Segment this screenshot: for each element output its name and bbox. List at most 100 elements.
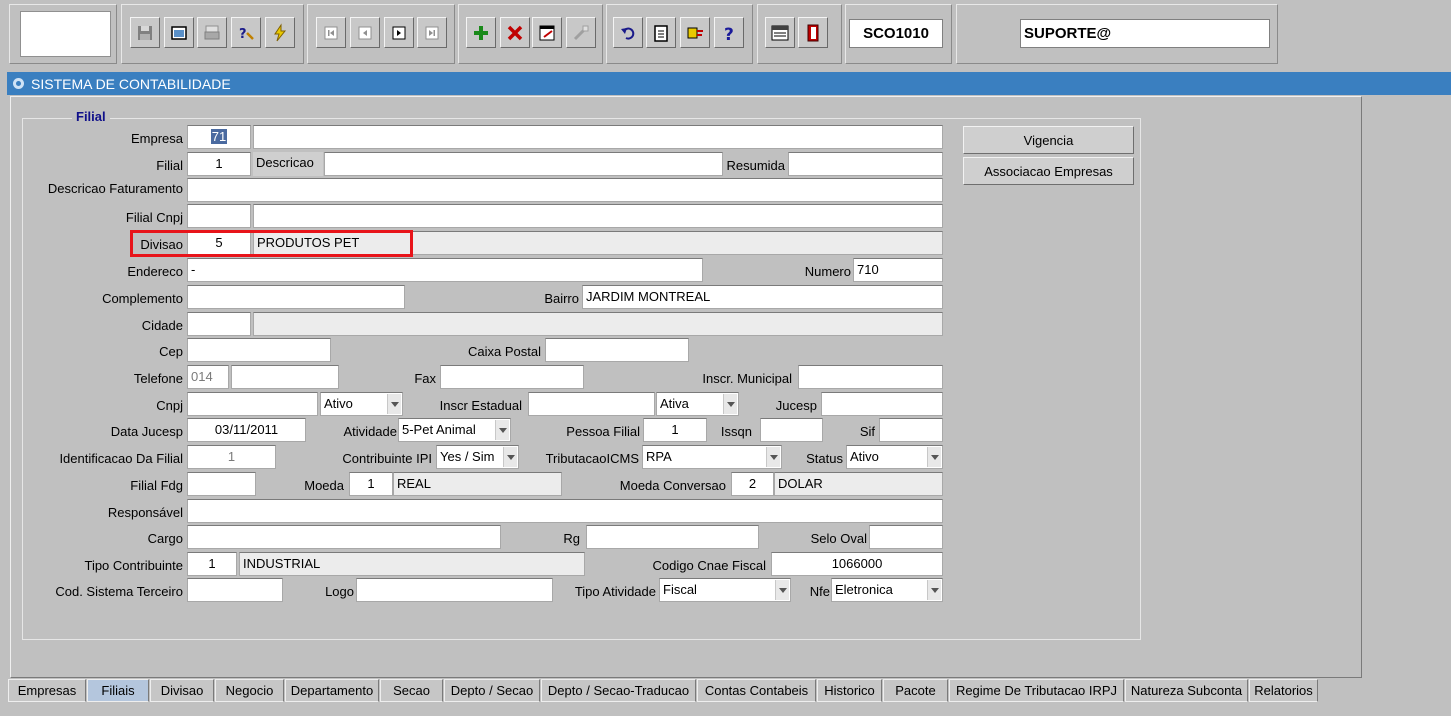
- rg-label: Rg: [563, 531, 580, 546]
- jucesp-label: Jucesp: [775, 398, 817, 413]
- empresa-code-value: 71: [210, 129, 228, 144]
- identificacao-filial-field[interactable]: 1: [187, 445, 276, 469]
- tributacao-icms-select[interactable]: RPA: [642, 445, 782, 469]
- cargo-field[interactable]: [187, 525, 501, 549]
- empresa-code-field[interactable]: 71: [187, 125, 251, 149]
- tab-depto-secao[interactable]: Depto / Secao: [444, 679, 540, 702]
- tab-empresas[interactable]: Empresas: [8, 679, 86, 702]
- endereco-field[interactable]: -: [187, 258, 703, 282]
- endereco-label: Endereco: [127, 264, 183, 279]
- tab-departamento[interactable]: Departamento: [285, 679, 379, 702]
- data-jucesp-field[interactable]: 03/11/2011: [187, 418, 306, 442]
- tipo-atividade-select[interactable]: Fiscal: [659, 578, 791, 602]
- disabled-tool-button[interactable]: [566, 17, 596, 48]
- tab-natureza-subconta[interactable]: Natureza Subconta: [1125, 679, 1248, 702]
- pessoa-filial-field[interactable]: 1: [643, 418, 707, 442]
- flash-button[interactable]: [265, 17, 295, 48]
- print-button[interactable]: [197, 17, 227, 48]
- chevron-down-icon[interactable]: [775, 580, 789, 600]
- tab-relatorios[interactable]: Relatorios: [1249, 679, 1318, 702]
- jucesp-field[interactable]: [821, 392, 943, 416]
- atividade-select[interactable]: 5-Pet Animal: [398, 418, 511, 442]
- nfe-select[interactable]: Eletronica: [831, 578, 943, 602]
- moeda-code-field[interactable]: 1: [349, 472, 393, 496]
- inscr-estadual-status-select[interactable]: Ativa: [656, 392, 739, 416]
- tab-negocio[interactable]: Negocio: [215, 679, 284, 702]
- filial-cnpj-field-b[interactable]: [253, 204, 943, 228]
- edit-record-button[interactable]: [532, 17, 562, 48]
- status-select[interactable]: Ativo: [846, 445, 943, 469]
- chevron-down-icon[interactable]: [495, 420, 509, 440]
- tab-contas-contabeis[interactable]: Contas Contabeis: [697, 679, 816, 702]
- cnpj-field[interactable]: [187, 392, 318, 416]
- chevron-down-icon[interactable]: [927, 580, 941, 600]
- tab-secao[interactable]: Secao: [380, 679, 443, 702]
- chevron-down-icon[interactable]: [766, 447, 780, 467]
- chevron-down-icon[interactable]: [503, 447, 517, 467]
- pointer-hand-button[interactable]: [680, 17, 710, 48]
- chevron-down-icon[interactable]: [387, 394, 401, 414]
- current-user: SUPORTE@: [1020, 19, 1270, 48]
- tipo-contribuinte-code-field[interactable]: 1: [187, 552, 237, 576]
- cnpj-status-select[interactable]: Ativo: [320, 392, 403, 416]
- exit-button[interactable]: [798, 17, 828, 48]
- tab-filiais[interactable]: Filiais: [87, 679, 149, 702]
- resumida-field[interactable]: [788, 152, 943, 176]
- rg-field[interactable]: [586, 525, 759, 549]
- issqn-field[interactable]: [760, 418, 823, 442]
- filial-fdg-field[interactable]: [187, 472, 256, 496]
- moeda-conversao-code-field[interactable]: 2: [731, 472, 774, 496]
- previous-record-button[interactable]: [350, 17, 380, 48]
- contribuinte-ipi-select[interactable]: Yes / Sim: [436, 445, 519, 469]
- tab-divisao[interactable]: Divisao: [150, 679, 214, 702]
- delete-record-button[interactable]: [500, 17, 530, 48]
- tributacao-icms-label: TributacaoICMS: [545, 451, 639, 466]
- codigo-cnae-fiscal-field[interactable]: 1066000: [771, 552, 943, 576]
- disabled-tool-icon: [573, 25, 589, 40]
- tab-pacote[interactable]: Pacote: [883, 679, 948, 702]
- query-help-button[interactable]: ?: [231, 17, 261, 48]
- selo-oval-field[interactable]: [869, 525, 943, 549]
- fax-field[interactable]: [440, 365, 584, 389]
- tab-depto-secao-traducao[interactable]: Depto / Secao-Traducao: [541, 679, 696, 702]
- insert-record-button[interactable]: [466, 17, 496, 48]
- tab-historico[interactable]: Historico: [817, 679, 882, 702]
- tab-regime-tributacao-irpj[interactable]: Regime De Tributacao IRPJ: [949, 679, 1124, 702]
- telefone-field[interactable]: [231, 365, 339, 389]
- window-button[interactable]: [164, 17, 194, 48]
- descricao-field[interactable]: [324, 152, 723, 176]
- cidade-code-field[interactable]: [187, 312, 251, 336]
- menu-button[interactable]: [765, 17, 795, 48]
- sif-field[interactable]: [879, 418, 943, 442]
- undo-button[interactable]: [613, 17, 643, 48]
- logo-field[interactable]: [356, 578, 553, 602]
- contribuinte-ipi-label: Contribuinte IPI: [342, 451, 432, 466]
- caixa-postal-field[interactable]: [545, 338, 689, 362]
- help-button[interactable]: ?: [714, 17, 744, 48]
- empresa-name-field[interactable]: [253, 125, 943, 149]
- inscr-municipal-field[interactable]: [798, 365, 943, 389]
- descricao-faturamento-field[interactable]: [187, 178, 943, 202]
- first-record-button[interactable]: [316, 17, 346, 48]
- save-button[interactable]: [130, 17, 160, 48]
- cep-field[interactable]: [187, 338, 331, 362]
- associacao-empresas-button[interactable]: Associacao Empresas: [963, 157, 1134, 185]
- complemento-field[interactable]: [187, 285, 405, 309]
- company-logo: [20, 11, 111, 57]
- inscr-estadual-field[interactable]: [528, 392, 655, 416]
- clipboard-icon: [654, 24, 668, 42]
- responsavel-field[interactable]: [187, 499, 943, 523]
- chevron-down-icon[interactable]: [927, 447, 941, 467]
- vigencia-button[interactable]: Vigencia: [963, 126, 1134, 154]
- filial-code-field[interactable]: 1: [187, 152, 251, 176]
- last-record-button[interactable]: [417, 17, 447, 48]
- clipboard-button[interactable]: [646, 17, 676, 48]
- numero-field[interactable]: 710: [853, 258, 943, 282]
- next-record-button[interactable]: [384, 17, 414, 48]
- bairro-field[interactable]: JARDIM MONTREAL: [582, 285, 943, 309]
- cod-sistema-terceiro-field[interactable]: [187, 578, 283, 602]
- telefone-ddd-field[interactable]: 014: [187, 365, 229, 389]
- filial-cnpj-field-a[interactable]: [187, 204, 251, 228]
- chevron-down-icon[interactable]: [723, 394, 737, 414]
- window-menu-icon[interactable]: [13, 78, 24, 89]
